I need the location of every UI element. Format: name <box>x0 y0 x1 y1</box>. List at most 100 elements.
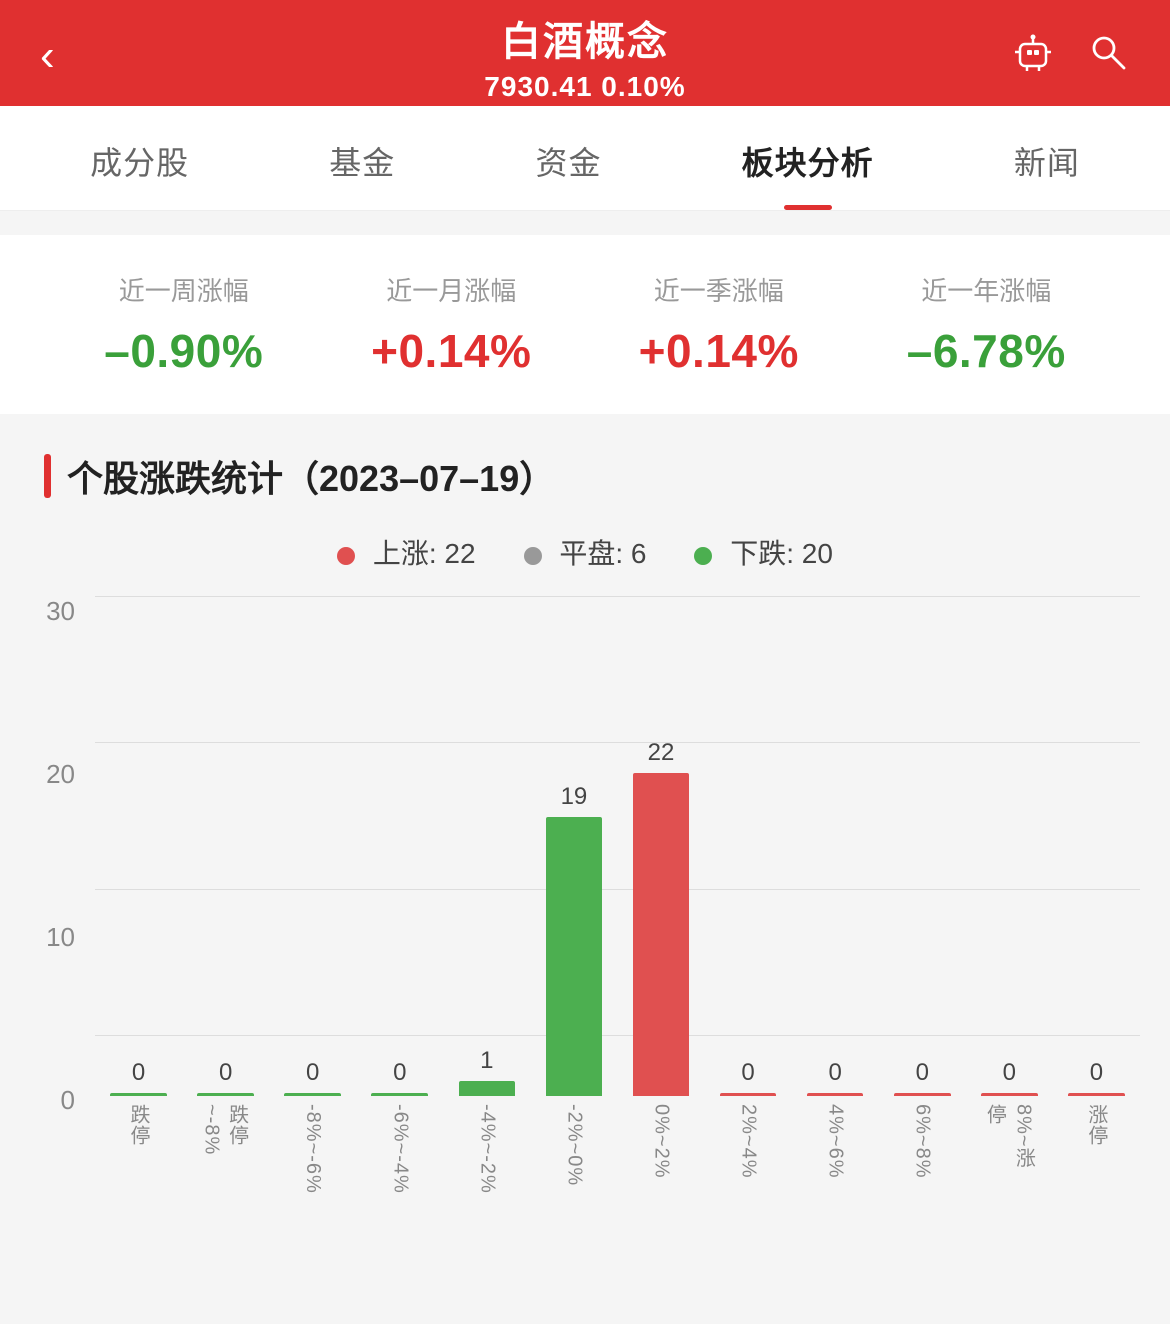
x-label-item: 6%~8% <box>879 1104 966 1176</box>
legend-flat-label: 平盘: 6 <box>559 538 646 569</box>
header-icons <box>1010 28 1130 84</box>
bar <box>981 1093 1038 1096</box>
chart-inner: 0 0 0 0 1 19 22 0 0 0 0 0 <box>95 596 1140 1096</box>
x-label-text: -6%~-4% <box>388 1104 411 1176</box>
back-button[interactable]: ‹ <box>40 34 55 78</box>
bar-group: 0 <box>95 596 182 1096</box>
bar-value-label: 0 <box>741 1059 754 1087</box>
metric-quarter-label: 近一季涨幅 <box>585 271 853 308</box>
tab-fund[interactable]: 基金 <box>309 106 415 210</box>
bar <box>633 773 690 1096</box>
metric-month: 近一月涨幅 +0.14% <box>318 271 586 378</box>
metric-quarter-value: +0.14% <box>585 324 853 378</box>
metric-week-value: –0.90% <box>50 324 318 378</box>
section-title-wrap: 个股涨跌统计（2023–07–19） <box>0 414 1170 522</box>
x-label-text: 涨停 <box>1082 1104 1111 1176</box>
bar <box>1068 1093 1125 1096</box>
legend-fall-label: 下跌: 20 <box>730 538 833 569</box>
metrics-row: 近一周涨幅 –0.90% 近一月涨幅 +0.14% 近一季涨幅 +0.14% 近… <box>50 271 1120 378</box>
bar-group: 0 <box>269 596 356 1096</box>
bar <box>720 1093 777 1096</box>
x-label-item: -8%~-6% <box>269 1104 356 1176</box>
page-title: 白酒概念 <box>484 9 685 67</box>
bar-group: 0 <box>356 596 443 1096</box>
bar-value-label: 0 <box>219 1059 232 1087</box>
search-icon[interactable] <box>1084 28 1130 84</box>
header-subtitle: 7930.41 0.10% <box>484 71 685 103</box>
bar-group: 19 <box>530 596 617 1096</box>
bar <box>459 1081 516 1096</box>
bar-group: 0 <box>1053 596 1140 1096</box>
section-title: 个股涨跌统计（2023–07–19） <box>67 450 555 502</box>
chart-container: 30 20 10 0 0 0 0 0 1 19 22 0 0 0 0 0 跌停跌停~-8% -8%~-6… <box>0 596 1170 1236</box>
metric-month-label: 近一月涨幅 <box>318 271 586 308</box>
bar-value-label: 22 <box>648 739 675 767</box>
x-label-text: 跌停~-8% <box>200 1104 252 1176</box>
bar-value-label: 0 <box>1090 1059 1103 1087</box>
x-label-item: 0%~2% <box>617 1104 704 1176</box>
bar-group: 0 <box>182 596 269 1096</box>
bar-group: 0 <box>705 596 792 1096</box>
bar <box>807 1093 864 1096</box>
bar-group: 0 <box>792 596 879 1096</box>
x-label-text: 0%~2% <box>650 1104 673 1176</box>
x-label-text: 8%~涨停 <box>980 1104 1038 1176</box>
header: ‹ 白酒概念 7930.41 0.10% <box>0 0 1170 106</box>
bar-value-label: 0 <box>393 1059 406 1087</box>
x-label-text: 4%~6% <box>824 1104 847 1176</box>
bar-group: 22 <box>617 596 704 1096</box>
y-label-30: 30 <box>46 596 75 627</box>
metrics-section: 近一周涨幅 –0.90% 近一月涨幅 +0.14% 近一季涨幅 +0.14% 近… <box>0 235 1170 414</box>
bar-value-label: 0 <box>916 1059 929 1087</box>
metric-week-label: 近一周涨幅 <box>50 271 318 308</box>
tab-components[interactable]: 成分股 <box>70 106 209 210</box>
x-label-text: -8%~-6% <box>301 1104 324 1176</box>
tab-sector-analysis[interactable]: 板块分析 <box>722 106 894 210</box>
section-title-bar <box>44 454 51 498</box>
bar-value-label: 0 <box>306 1059 319 1087</box>
legend-rise-label: 上涨: 22 <box>373 538 476 569</box>
x-label-item: -2%~0% <box>530 1104 617 1176</box>
x-label-item: -6%~-4% <box>356 1104 443 1176</box>
bar-group: 0 <box>966 596 1053 1096</box>
metric-quarter: 近一季涨幅 +0.14% <box>585 271 853 378</box>
bar <box>110 1093 167 1096</box>
robot-icon[interactable] <box>1010 28 1056 84</box>
x-label-text: -4%~-2% <box>475 1104 498 1176</box>
bar <box>284 1093 341 1096</box>
chart-legend: 上涨: 22 平盘: 6 下跌: 20 <box>0 522 1170 596</box>
x-label-item: 8%~涨停 <box>966 1104 1053 1176</box>
bar <box>197 1093 254 1096</box>
bar-value-label: 1 <box>480 1047 493 1075</box>
x-label-item: 跌停 <box>95 1104 182 1176</box>
bar-value-label: 0 <box>828 1059 841 1087</box>
bar-group: 0 <box>879 596 966 1096</box>
legend-rise: 上涨: 22 <box>337 532 476 572</box>
x-label-text: -2%~0% <box>562 1104 585 1176</box>
y-label-20: 20 <box>46 759 75 790</box>
x-label-text: 6%~8% <box>911 1104 934 1176</box>
tab-news[interactable]: 新闻 <box>994 106 1100 210</box>
bar-value-label: 0 <box>1003 1059 1016 1087</box>
x-label-item: -4%~-2% <box>443 1104 530 1176</box>
bar-value-label: 0 <box>132 1059 145 1087</box>
x-label-item: 涨停 <box>1053 1104 1140 1176</box>
bar-value-label: 19 <box>561 783 588 811</box>
x-label-item: 2%~4% <box>705 1104 792 1176</box>
bars-wrapper: 0 0 0 0 1 19 22 0 0 0 0 0 <box>95 596 1140 1096</box>
legend-fall-dot <box>694 547 712 565</box>
x-label-text: 跌停 <box>124 1104 153 1176</box>
x-label-text: 2%~4% <box>737 1104 760 1176</box>
x-label-item: 跌停~-8% <box>182 1104 269 1176</box>
bar <box>371 1093 428 1096</box>
metric-year-value: –6.78% <box>853 324 1121 378</box>
y-axis: 30 20 10 0 <box>30 596 85 1116</box>
tab-capital[interactable]: 资金 <box>515 106 621 210</box>
header-center: 白酒概念 7930.41 0.10% <box>484 9 685 103</box>
metric-week: 近一周涨幅 –0.90% <box>50 271 318 378</box>
chart-area: 30 20 10 0 0 0 0 0 1 19 22 0 0 0 0 0 跌停跌停~-8% -8%~-6… <box>30 596 1140 1176</box>
legend-rise-dot <box>337 547 355 565</box>
bar <box>894 1093 951 1096</box>
x-label-item: 4%~6% <box>792 1104 879 1176</box>
y-label-10: 10 <box>46 922 75 953</box>
